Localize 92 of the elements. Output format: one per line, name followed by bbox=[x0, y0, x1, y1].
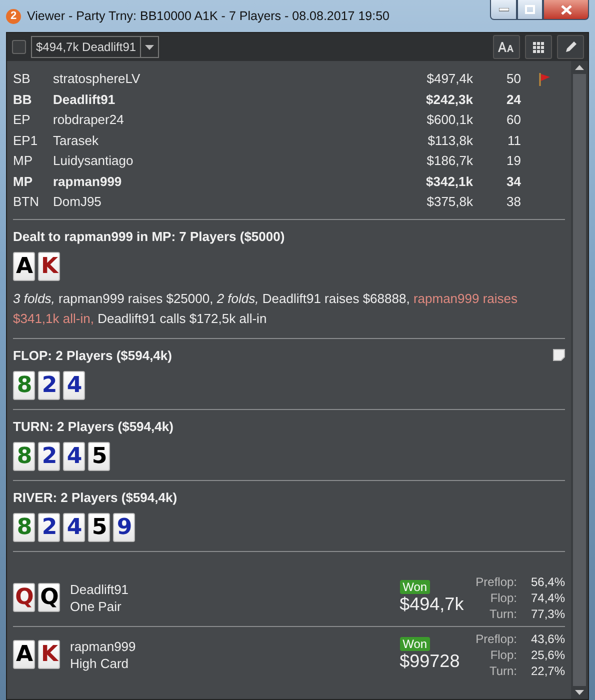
playing-card: 5 bbox=[88, 442, 110, 470]
font-size-button[interactable] bbox=[493, 35, 520, 59]
bb-cell-text: 19 bbox=[506, 152, 522, 170]
stack-cell-text: $342,1k bbox=[425, 172, 474, 190]
equity-value: 25,6% bbox=[530, 646, 565, 662]
won-badge: Won bbox=[400, 637, 430, 651]
edit-button[interactable] bbox=[557, 35, 584, 59]
stack-cell-text: $242,3k bbox=[425, 90, 474, 108]
player-name: robdraper24 bbox=[53, 111, 125, 129]
position-cell-text: SB bbox=[13, 70, 32, 88]
equity-value: 77,3% bbox=[530, 606, 565, 622]
caret-icon bbox=[145, 44, 154, 50]
playing-card: A bbox=[13, 252, 35, 280]
bb-cell-text: 50 bbox=[506, 70, 522, 88]
playing-card: Q bbox=[13, 583, 35, 612]
hand-select[interactable]: $494,7k Deadlift91 bbox=[31, 36, 160, 58]
hand-rank: One Pair bbox=[70, 598, 122, 614]
bb-cell-text: 24 bbox=[506, 90, 522, 108]
equity-label: Turn: bbox=[488, 606, 517, 622]
position-cell-text: EP bbox=[13, 111, 32, 129]
stack-cell-text: $600,1k bbox=[426, 111, 474, 129]
close-icon bbox=[560, 4, 572, 14]
street-title: RIVER: 2 Players ($594,4k) bbox=[13, 490, 178, 504]
stack-cell-text: $186,7k bbox=[426, 152, 474, 170]
street-title: FLOP: 2 Players ($594,4k) bbox=[13, 348, 172, 362]
stack-cell-text: $113,8k bbox=[426, 132, 474, 150]
maximize-icon bbox=[525, 5, 535, 14]
playing-card: 5 bbox=[88, 512, 110, 542]
won-amount: $494,7k bbox=[400, 594, 464, 615]
font-size-icon bbox=[498, 42, 515, 52]
equity-label: Turn: bbox=[488, 662, 517, 678]
equity-label: Flop: bbox=[489, 590, 517, 606]
playing-card: 9 bbox=[113, 512, 135, 542]
stack-cell-text: $497,4k bbox=[426, 70, 474, 88]
grid-button[interactable] bbox=[525, 35, 552, 59]
playing-card: K bbox=[38, 252, 60, 280]
player-name: Tarasek bbox=[53, 132, 100, 150]
stack-cell-text: $375,8k bbox=[426, 193, 474, 211]
player-name: Deadlift91 bbox=[53, 90, 116, 108]
bb-cell-text: 38 bbox=[506, 193, 522, 211]
playing-card: 2 bbox=[38, 512, 60, 542]
action-summary: 3 folds, rapman999 raises $25000, 2 folds, Deadlift91 raises $68888, rapman999 raises $341,1k all-in, Deadlift91 calls $172,5k all-in bbox=[13, 290, 519, 328]
playing-card: 8 bbox=[13, 370, 35, 400]
position-cell-text: MP bbox=[13, 152, 34, 170]
player-name: DomJ95 bbox=[53, 193, 102, 211]
playing-card: 2 bbox=[38, 442, 60, 470]
bb-cell-text: 60 bbox=[506, 111, 522, 129]
position-cell-text: BB bbox=[13, 90, 33, 108]
player-name: Luidysantiago bbox=[53, 152, 134, 170]
equity-label: Preflop: bbox=[476, 574, 517, 590]
hand-rank: High Card bbox=[70, 654, 130, 672]
bb-cell-text: 11 bbox=[506, 132, 522, 150]
close-button[interactable] bbox=[543, 0, 589, 20]
playing-card: Q bbox=[38, 583, 60, 612]
equity-label: Preflop: bbox=[476, 630, 517, 646]
equity-value: 43,6% bbox=[530, 630, 565, 646]
playing-card: 8 bbox=[13, 442, 35, 470]
player-name: stratosphereLV bbox=[53, 70, 142, 88]
player-name: rapman999 bbox=[70, 638, 137, 654]
playing-card: K bbox=[38, 640, 60, 669]
window-title: Viewer - Party Trny: BB10000 A1K - 7 Players - 08.08.2017 19:50 bbox=[27, 9, 390, 23]
player-name: Deadlift91 bbox=[70, 580, 130, 598]
position-cell-text: BTN bbox=[13, 193, 40, 211]
minimize-icon bbox=[498, 8, 508, 12]
equity-value: 56,4% bbox=[530, 574, 565, 590]
won-amount: $99728 bbox=[400, 651, 460, 672]
note-icon[interactable] bbox=[553, 349, 565, 361]
playing-card: 4 bbox=[63, 512, 85, 542]
scroll-up-icon[interactable] bbox=[575, 65, 584, 70]
position-cell-text: MP bbox=[13, 172, 34, 190]
maximize-button[interactable] bbox=[517, 0, 543, 20]
street-title: Dealt to rapman999 in MP: 7 Players ($5000) bbox=[13, 228, 285, 244]
checkbox[interactable] bbox=[12, 40, 26, 54]
playing-card: 4 bbox=[63, 442, 85, 470]
flag-icon bbox=[539, 72, 551, 86]
street-title: TURN: 2 Players ($594,4k) bbox=[13, 418, 174, 434]
position-cell-text: EP1 bbox=[13, 132, 39, 150]
equity-label: Flop: bbox=[489, 646, 517, 662]
won-badge: Won bbox=[400, 580, 430, 594]
grid-icon bbox=[533, 42, 544, 52]
equity-value: 22,7% bbox=[530, 662, 565, 678]
equity-value: 74,4% bbox=[530, 590, 565, 606]
pencil-icon bbox=[564, 40, 578, 54]
playing-card: 4 bbox=[63, 370, 85, 400]
playing-card: 8 bbox=[13, 512, 35, 542]
player-name: rapman999 bbox=[53, 172, 123, 191]
bb-cell-text: 34 bbox=[506, 172, 522, 190]
scroll-down-icon[interactable] bbox=[575, 690, 584, 695]
playing-card: A bbox=[13, 640, 35, 669]
minimize-button[interactable] bbox=[490, 0, 517, 20]
app-logo: 2 bbox=[6, 8, 21, 24]
playing-card: 2 bbox=[38, 370, 60, 400]
